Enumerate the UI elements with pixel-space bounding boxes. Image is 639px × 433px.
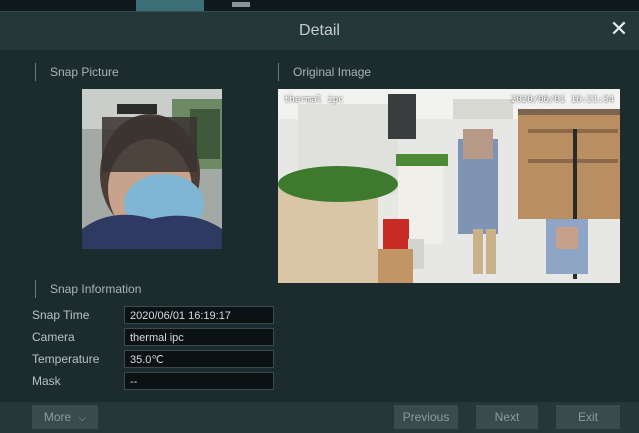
overlay-timestamp: 2020/06/01 16:21:34: [511, 95, 614, 105]
snap-information-heading: Snap Information: [35, 280, 141, 298]
background-tab: [232, 2, 250, 7]
exit-button[interactable]: Exit: [556, 405, 620, 429]
snap-picture-heading: Snap Picture: [35, 63, 119, 81]
mask-value: --: [124, 372, 274, 390]
snap-face-image: [82, 89, 222, 249]
dialog-title: Detail: [299, 22, 340, 39]
temperature-value: 35.0℃: [124, 350, 274, 368]
next-button[interactable]: Next: [476, 405, 538, 429]
overlay-channel-name: thermal ipc: [284, 95, 344, 105]
background-window-strip: [0, 0, 639, 11]
close-icon[interactable]: ✕: [607, 17, 631, 41]
snap-time-label: Snap Time: [32, 308, 90, 322]
snap-time-value: 2020/06/01 16:19:17: [124, 306, 274, 324]
camera-label: Camera: [32, 330, 75, 344]
scene-image: [278, 89, 620, 283]
background-active-tab: [136, 0, 204, 11]
mask-label: Mask: [32, 374, 61, 388]
snap-picture: [82, 89, 222, 249]
camera-value: thermal ipc: [124, 328, 274, 346]
more-button-label: More: [43, 410, 72, 424]
chevron-down-icon: ⌵: [78, 413, 87, 424]
dialog-title-bar: Detail ✕: [0, 11, 639, 50]
temperature-label: Temperature: [32, 352, 100, 366]
dialog-button-bar: More ⌵ Previous Next Exit: [0, 402, 639, 433]
previous-button[interactable]: Previous: [394, 405, 458, 429]
original-image-heading: Original Image: [278, 63, 371, 81]
original-image: thermal ipc 2020/06/01 16:21:34: [278, 89, 620, 283]
more-dropdown-button[interactable]: More ⌵: [32, 405, 98, 429]
